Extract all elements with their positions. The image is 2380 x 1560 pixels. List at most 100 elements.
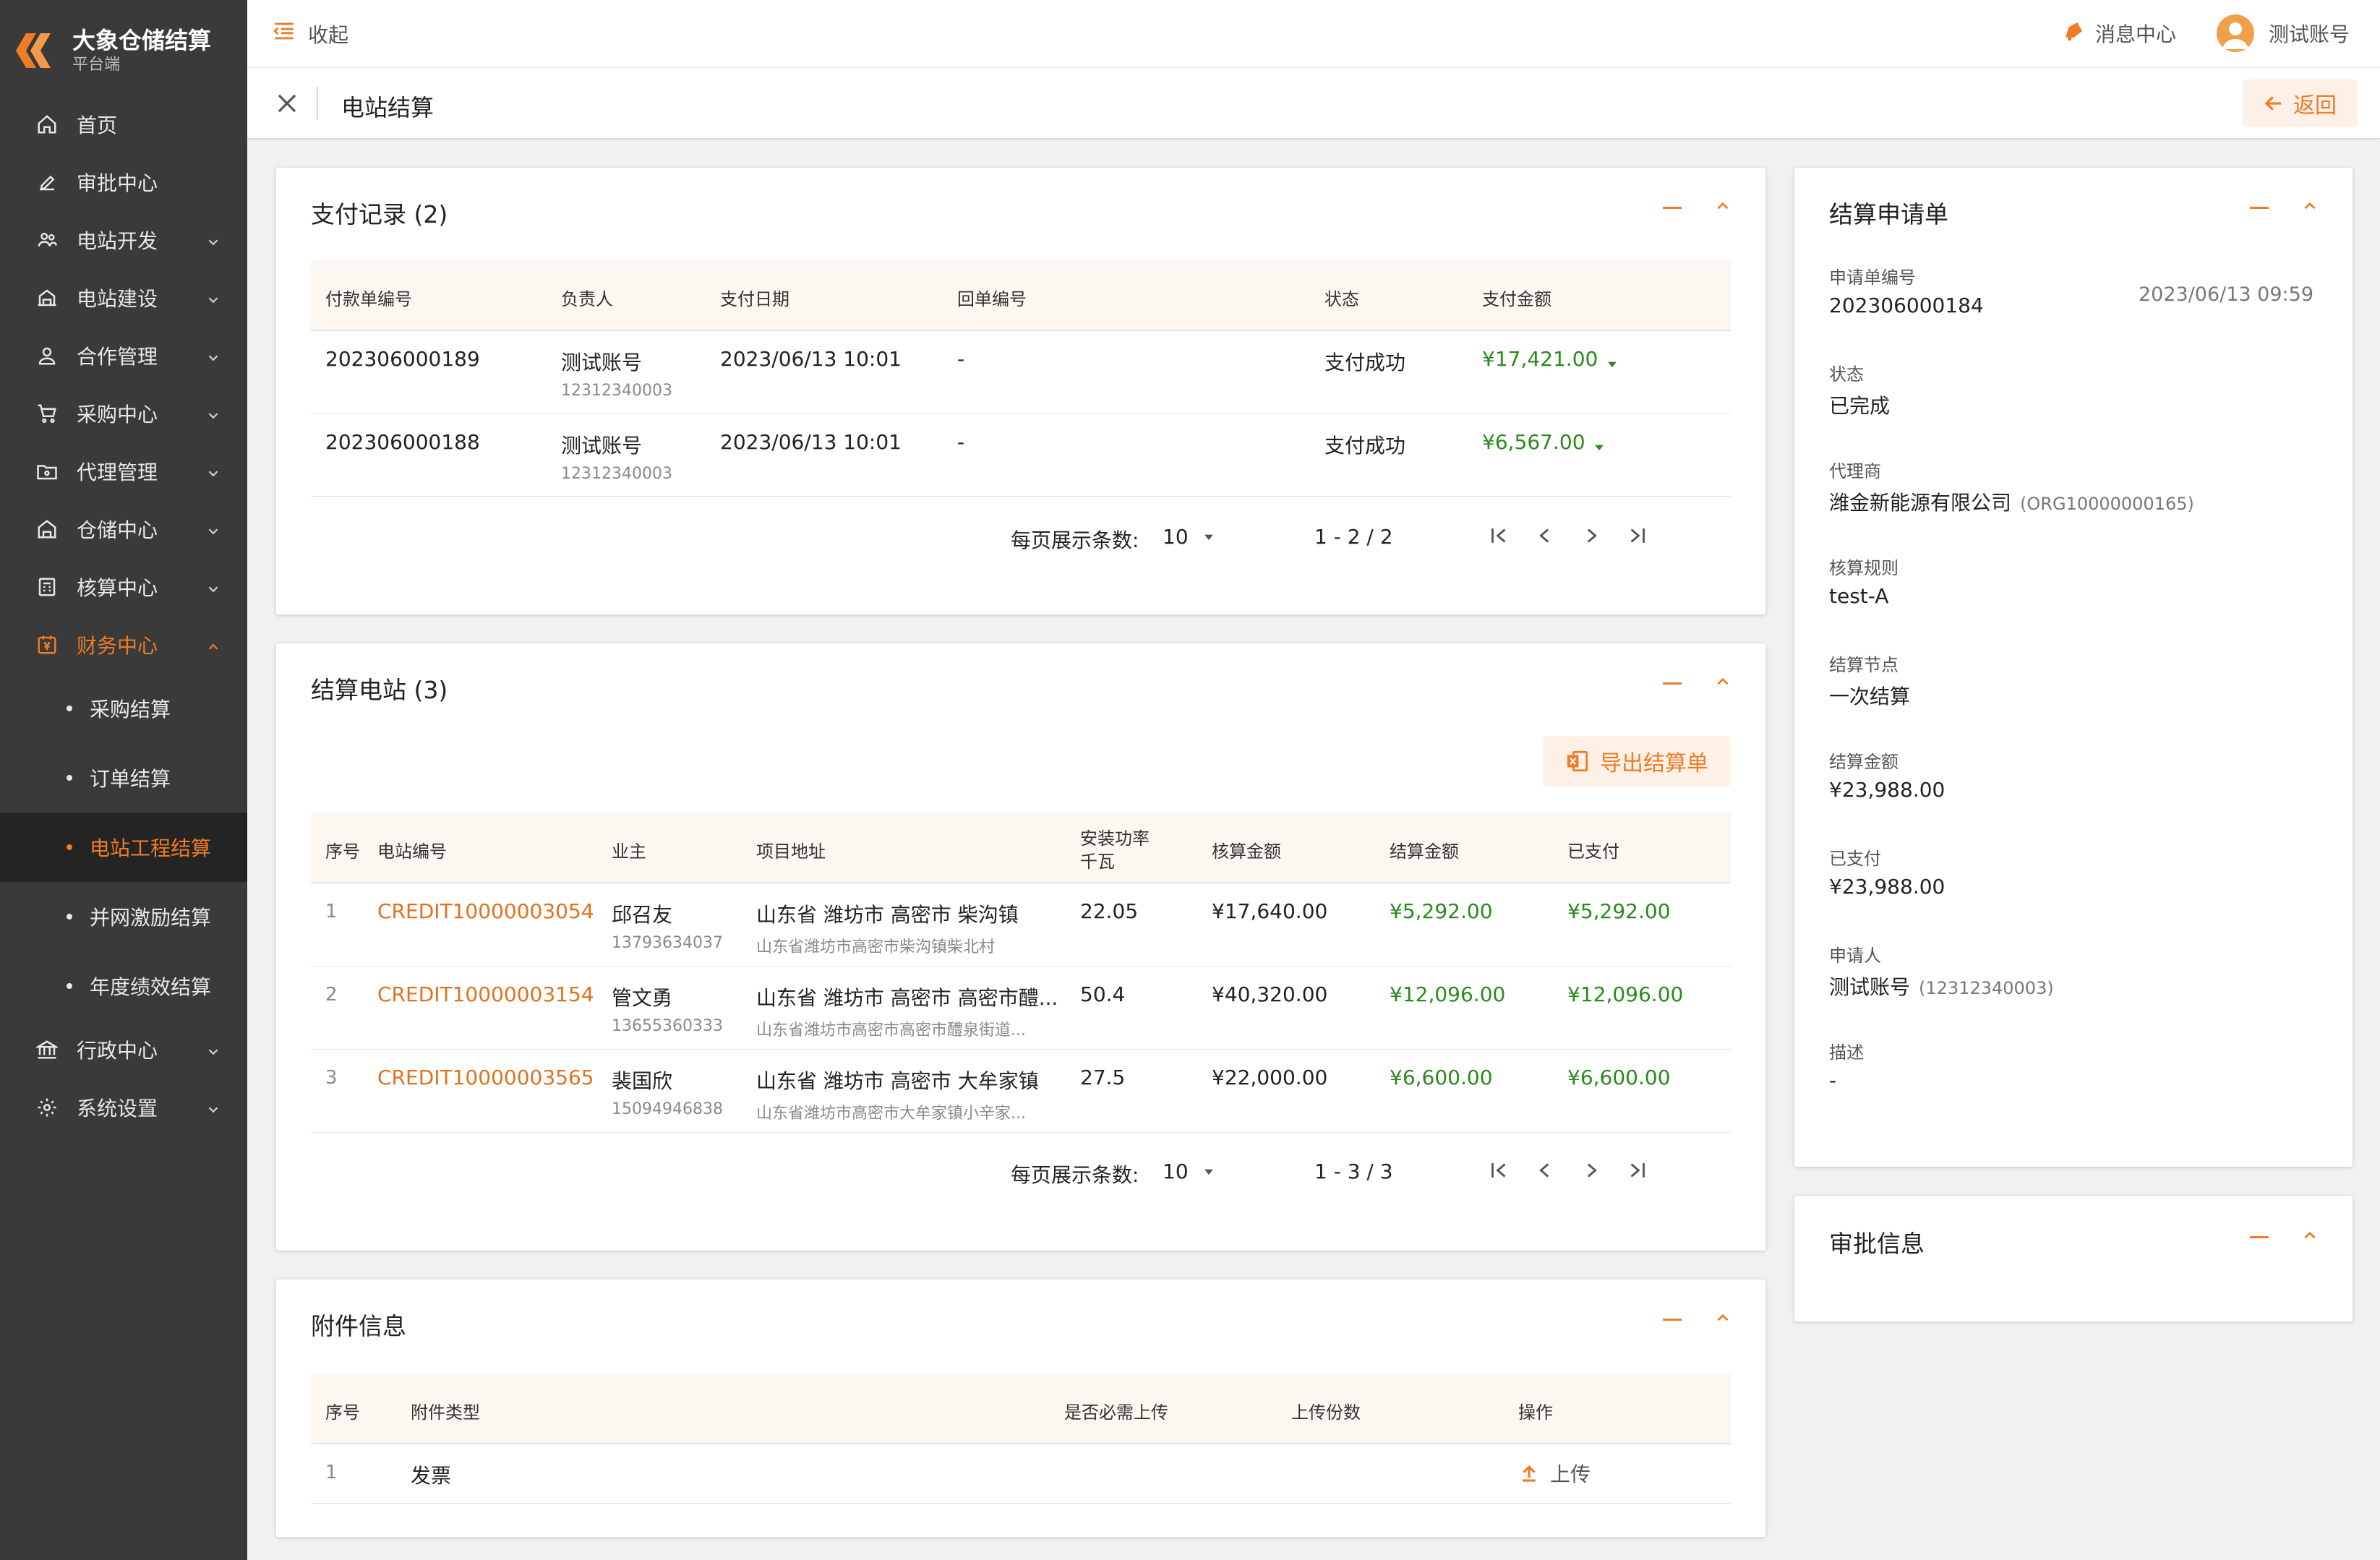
avatar	[2216, 14, 2254, 52]
owner-name: 邱召友	[612, 903, 673, 927]
sidebar-subitem-label: 并网激励结算	[90, 906, 212, 930]
chevron-up-icon[interactable]	[1713, 672, 1732, 694]
sidebar-item-admin[interactable]: 行政中心	[0, 1021, 247, 1079]
calc-icon	[35, 575, 59, 599]
minimize-icon[interactable]	[2250, 206, 2269, 209]
gear-icon	[35, 1095, 59, 1120]
chevron-up-icon[interactable]	[1713, 197, 1732, 218]
column-header: 操作	[1518, 1402, 1553, 1423]
field-label: 代理商	[1829, 461, 1881, 481]
column-header-unit: 千瓦	[1080, 852, 1115, 872]
calc-amount: ¥22,000.00	[1212, 1066, 1328, 1089]
back-button[interactable]: 返回	[2243, 80, 2357, 127]
sidebar-item-warehouse[interactable]: 仓储中心	[0, 500, 247, 558]
chevron-down-icon	[205, 463, 221, 487]
bullet-icon	[67, 775, 72, 781]
minimize-icon[interactable]	[1663, 206, 1682, 209]
table-row[interactable]: 1 CREDIT10000003054 邱召友 13793634037 山东省 …	[311, 883, 1731, 967]
field-label: 已支付	[1829, 849, 1881, 869]
upload-button[interactable]: 上传	[1518, 1459, 1591, 1488]
page-range: 1 - 3 / 3	[1314, 1160, 1393, 1183]
sidebar-subitem-purchase-settle[interactable]: 采购结算	[0, 674, 247, 743]
chevron-up-icon[interactable]	[2300, 1226, 2319, 1248]
sidebar-item-station-build[interactable]: 电站建设	[0, 269, 247, 327]
prev-page-icon[interactable]	[1533, 523, 1557, 553]
station-code-link[interactable]: CREDIT10000003154	[377, 982, 594, 1006]
owner-name: 管文勇	[612, 986, 673, 1010]
message-center-button[interactable]: 消息中心	[2062, 19, 2176, 48]
bullet-icon	[67, 983, 72, 989]
sidebar-item-agent[interactable]: 代理管理	[0, 442, 247, 500]
card-title: 附件信息	[311, 1312, 406, 1340]
station-code-link[interactable]: CREDIT10000003054	[377, 899, 594, 923]
station-code-link[interactable]: CREDIT10000003565	[377, 1066, 594, 1089]
home-icon	[35, 112, 59, 137]
chevron-up-icon[interactable]	[1713, 1308, 1732, 1330]
last-page-icon[interactable]	[1625, 523, 1650, 553]
table-header: 序号 附件类型 是否必需上传 上传份数 操作	[311, 1373, 1731, 1444]
sidebar-item-purchase[interactable]: 采购中心	[0, 385, 247, 442]
sidebar-item-approval[interactable]: 审批中心	[0, 153, 247, 211]
collapse-button[interactable]: 收起	[272, 19, 348, 48]
user-menu[interactable]: 测试账号	[2216, 14, 2350, 52]
export-label: 导出结算单	[1600, 751, 1708, 776]
chevron-up-icon[interactable]	[2300, 197, 2319, 218]
sidebar-subitem-annual-settle[interactable]: 年度绩效结算	[0, 951, 247, 1021]
sidebar-item-accounting[interactable]: 核算中心	[0, 558, 247, 616]
project-address: 山东省 潍坊市 高密市 大牟家镇	[756, 1069, 1039, 1093]
owner-id: 12312340003	[561, 382, 672, 400]
chevron-down-icon	[205, 578, 221, 602]
sidebar-subitem-label: 订单结算	[90, 767, 171, 791]
column-header: 回单编号	[957, 289, 1027, 309]
next-page-icon[interactable]	[1579, 523, 1604, 553]
settlement-amount: ¥23,988.00	[1829, 778, 1945, 802]
table-row[interactable]: 202306000188 测试账号 12312340003 2023/06/13…	[311, 414, 1731, 497]
owner-name: 测试账号	[561, 351, 643, 374]
paid-amount: ¥23,988.00	[1829, 875, 1945, 899]
table-row[interactable]: 2 CREDIT10000003154 管文勇 13655360333 山东省 …	[311, 967, 1731, 1050]
sidebar-subitem-label: 电站工程结算	[90, 836, 212, 860]
sidebar-subitem-grid-settle[interactable]: 并网激励结算	[0, 882, 247, 951]
close-icon[interactable]	[273, 90, 301, 117]
brand[interactable]: 大象仓储结算 平台端	[0, 0, 247, 101]
sidebar-item-label: 代理管理	[77, 460, 158, 484]
applicant-id: (12312340003)	[1919, 978, 2054, 998]
rows-per-page-select[interactable]: 10	[1163, 1160, 1216, 1183]
next-page-icon[interactable]	[1579, 1158, 1604, 1188]
sidebar-item-label: 电站建设	[77, 287, 158, 311]
minimize-icon[interactable]	[1663, 682, 1682, 685]
caret-down-icon[interactable]	[1605, 353, 1619, 377]
row-index: 2	[325, 984, 338, 1006]
sidebar-subitem-station-settle[interactable]: 电站工程结算	[0, 813, 247, 882]
minimize-icon[interactable]	[1663, 1318, 1682, 1321]
sidebar-item-cooperation[interactable]: 合作管理	[0, 327, 247, 385]
export-button[interactable]: 导出结算单	[1543, 736, 1731, 787]
arrow-left-icon	[2263, 93, 2285, 114]
sidebar-subitem-order-settle[interactable]: 订单结算	[0, 743, 247, 813]
caret-down-icon[interactable]	[1592, 436, 1606, 460]
applicant-name: 测试账号	[1829, 975, 1911, 999]
bullet-icon	[67, 914, 72, 920]
column-header: 序号	[325, 841, 360, 862]
last-page-icon[interactable]	[1625, 1158, 1650, 1188]
card-title: 支付记录 (2)	[311, 200, 448, 228]
title-bar: 电站结算 返回	[247, 68, 2380, 139]
table-row[interactable]: 3 CREDIT10000003565 裴国欣 15094946838 山东省 …	[311, 1050, 1731, 1133]
rows-per-page-value: 10	[1163, 525, 1189, 549]
first-page-icon[interactable]	[1486, 1158, 1511, 1188]
message-center-label: 消息中心	[2094, 22, 2176, 46]
app-name: 大象仓储结算	[72, 27, 212, 54]
sidebar-item-home[interactable]: 首页	[0, 95, 247, 153]
prev-page-icon[interactable]	[1533, 1158, 1557, 1188]
minimize-icon[interactable]	[2250, 1235, 2269, 1238]
first-page-icon[interactable]	[1486, 523, 1511, 553]
sidebar-item-station-dev[interactable]: 电站开发	[0, 211, 247, 269]
owner-name: 裴国欣	[612, 1069, 673, 1093]
table-row[interactable]: 202306000189 测试账号 12312340003 2023/06/13…	[311, 331, 1731, 414]
sidebar-item-finance[interactable]: 财务中心	[0, 616, 247, 674]
cart-icon	[35, 401, 59, 426]
project-address: 山东省 潍坊市 高密市 柴沟镇	[756, 903, 1019, 927]
sidebar-item-settings[interactable]: 系统设置	[0, 1079, 247, 1136]
rows-per-page-select[interactable]: 10	[1163, 525, 1216, 549]
excel-icon	[1565, 749, 1590, 773]
